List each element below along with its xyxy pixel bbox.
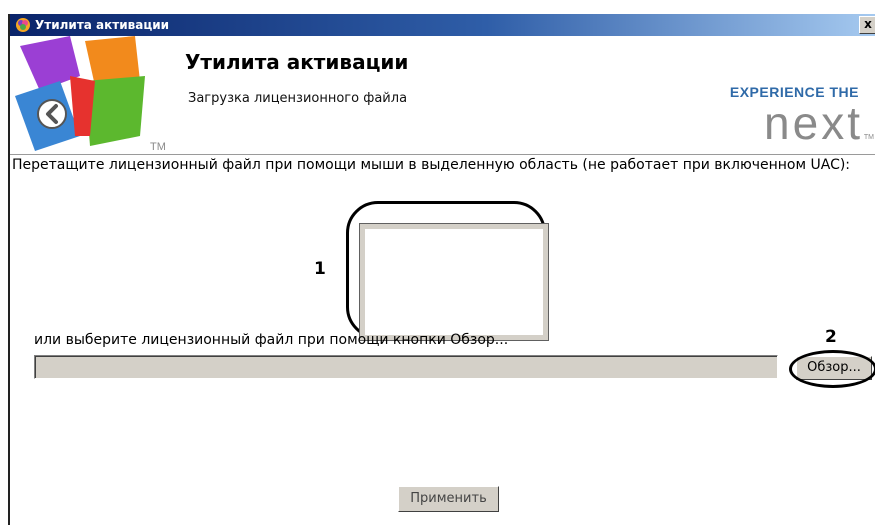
drop-instruction: Перетащите лицензионный файл при помощи … (12, 157, 851, 173)
activation-app-icon (16, 18, 30, 32)
back-arrow-icon[interactable] (37, 99, 67, 129)
product-logo: TM (15, 36, 166, 153)
header-banner: TM Утилита активации Загрузка лицензионн… (10, 36, 875, 155)
header-title: Утилита активации (185, 50, 409, 74)
browse-instruction: или выберите лицензионный файл при помощ… (34, 332, 509, 348)
logo-tm: TM (150, 141, 166, 153)
activation-window: Утилита активации x TM Утилита активации… (8, 14, 875, 525)
browse-button[interactable]: Обзор... (796, 356, 872, 380)
doc-caption-cropped (0, 0, 875, 12)
window-title: Утилита активации (35, 18, 170, 32)
header-subtitle: Загрузка лицензионного файла (188, 91, 408, 106)
title-bar[interactable]: Утилита активации x (10, 14, 875, 36)
annotation-marker-1: 1 (314, 259, 326, 279)
annotation-marker-2: 2 (825, 327, 837, 347)
close-button[interactable]: x (859, 16, 875, 34)
file-path-field[interactable] (34, 355, 778, 379)
brand-wordmark: next (764, 97, 863, 149)
apply-button[interactable]: Применить (398, 486, 499, 512)
brand-tm: TM (863, 134, 874, 141)
drop-zone[interactable] (360, 224, 548, 340)
